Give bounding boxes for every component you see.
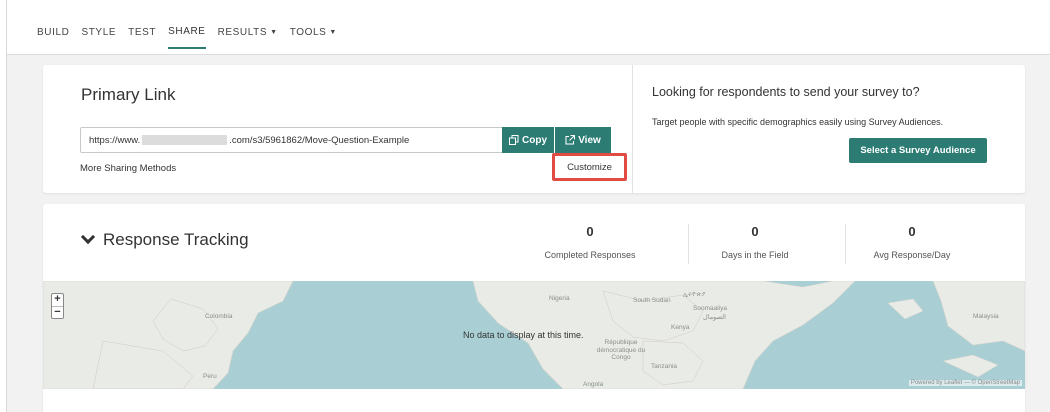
map-label: Peru xyxy=(203,373,217,380)
copy-button[interactable]: Copy xyxy=(502,127,554,153)
stat-value: 0 xyxy=(751,224,759,239)
tab-style[interactable]: STYLE xyxy=(81,26,116,49)
map-zoom-control: + − xyxy=(51,293,64,319)
url-suffix: .com/s3/5961862/Move-Question-Example xyxy=(229,134,410,146)
external-link-icon xyxy=(565,135,576,145)
stat-value: 0 xyxy=(586,224,594,239)
caret-down-icon: ▼ xyxy=(329,29,337,36)
audience-heading: Looking for respondents to send your sur… xyxy=(652,85,920,99)
tab-test-label: TEST xyxy=(128,27,157,38)
more-sharing-methods-link[interactable]: More Sharing Methods xyxy=(80,163,176,174)
stat-completed-responses: 0 Completed Responses xyxy=(515,224,665,260)
survey-tabs: BUILD STYLE TEST SHARE RESULTS ▼ TOOLS ▼ xyxy=(37,26,349,49)
view-button[interactable]: View xyxy=(555,127,611,153)
map-label: Tanzania xyxy=(651,363,678,370)
response-tracking-title: Response Tracking xyxy=(103,230,249,249)
copy-icon xyxy=(509,135,519,145)
url-prefix: https://www. xyxy=(89,134,141,146)
map-label: Nigeria xyxy=(549,295,570,302)
zoom-in-button[interactable]: + xyxy=(52,294,63,306)
top-navigation-bar: BUILD STYLE TEST SHARE RESULTS ▼ TOOLS ▼ xyxy=(7,0,1050,55)
copy-button-label: Copy xyxy=(522,134,547,146)
no-data-message: No data to display at this time. xyxy=(463,330,584,340)
tab-results-label: RESULTS xyxy=(217,27,268,38)
primary-link-card: Primary Link https://www. .com/s3/596186… xyxy=(43,65,1025,193)
audience-description: Target people with specific demographics… xyxy=(652,117,944,127)
tab-build-label: BUILD xyxy=(37,27,70,38)
tab-share[interactable]: SHARE xyxy=(168,26,206,49)
customize-link[interactable]: Customize xyxy=(567,162,612,173)
url-redaction xyxy=(142,135,228,145)
map-label: Soomaaliya xyxy=(693,305,727,312)
response-tracking-card: Response Tracking 0 Completed Responses … xyxy=(43,204,1025,412)
customize-highlight: Customize xyxy=(552,153,627,181)
map-label: South Sudan xyxy=(633,297,671,304)
response-tracking-toggle[interactable]: Response Tracking xyxy=(80,229,249,250)
view-button-label: View xyxy=(578,134,601,146)
map-label: Kenya xyxy=(671,324,690,331)
card-footer-area xyxy=(43,389,1025,412)
tab-tools[interactable]: TOOLS ▼ xyxy=(290,26,337,49)
left-rail xyxy=(0,0,7,412)
map-attribution[interactable]: Powered by Leaflet — © OpenStreetMap xyxy=(908,380,1022,386)
chevron-down-icon xyxy=(80,229,96,245)
map-label: الصومال xyxy=(703,314,726,321)
select-survey-audience-button[interactable]: Select a Survey Audience xyxy=(849,138,987,163)
map-label: Malaysia xyxy=(973,313,999,320)
stat-avg-response-day: 0 Avg Response/Day xyxy=(837,224,987,260)
tab-style-label: STYLE xyxy=(81,27,117,38)
tab-share-label: SHARE xyxy=(168,26,206,37)
map-label: Colombia xyxy=(205,313,233,320)
stat-days-in-field: 0 Days in the Field xyxy=(680,224,830,260)
map-label: Angola xyxy=(583,381,604,388)
tab-results[interactable]: RESULTS ▼ xyxy=(218,26,278,49)
map-label: République démocratique du Congo xyxy=(596,339,646,361)
primary-link-title: Primary Link xyxy=(81,85,176,104)
zoom-out-button[interactable]: − xyxy=(52,306,63,318)
stat-label: Avg Response/Day xyxy=(873,250,951,260)
stat-label: Completed Responses xyxy=(544,250,636,260)
card-divider xyxy=(632,65,633,193)
response-map[interactable]: Colombia Peru Nigeria South Sudan ኢትዮጵያ … xyxy=(43,281,1025,389)
tab-tools-label: TOOLS xyxy=(289,27,327,38)
tab-build[interactable]: BUILD xyxy=(37,26,69,49)
stat-label: Days in the Field xyxy=(721,250,789,260)
stat-value: 0 xyxy=(908,224,916,239)
map-label: ኢትዮጵያ xyxy=(683,291,706,298)
survey-url-field[interactable]: https://www. .com/s3/5961862/Move-Questi… xyxy=(80,127,504,153)
tab-test[interactable]: TEST xyxy=(128,26,156,49)
caret-down-icon: ▼ xyxy=(270,29,278,36)
